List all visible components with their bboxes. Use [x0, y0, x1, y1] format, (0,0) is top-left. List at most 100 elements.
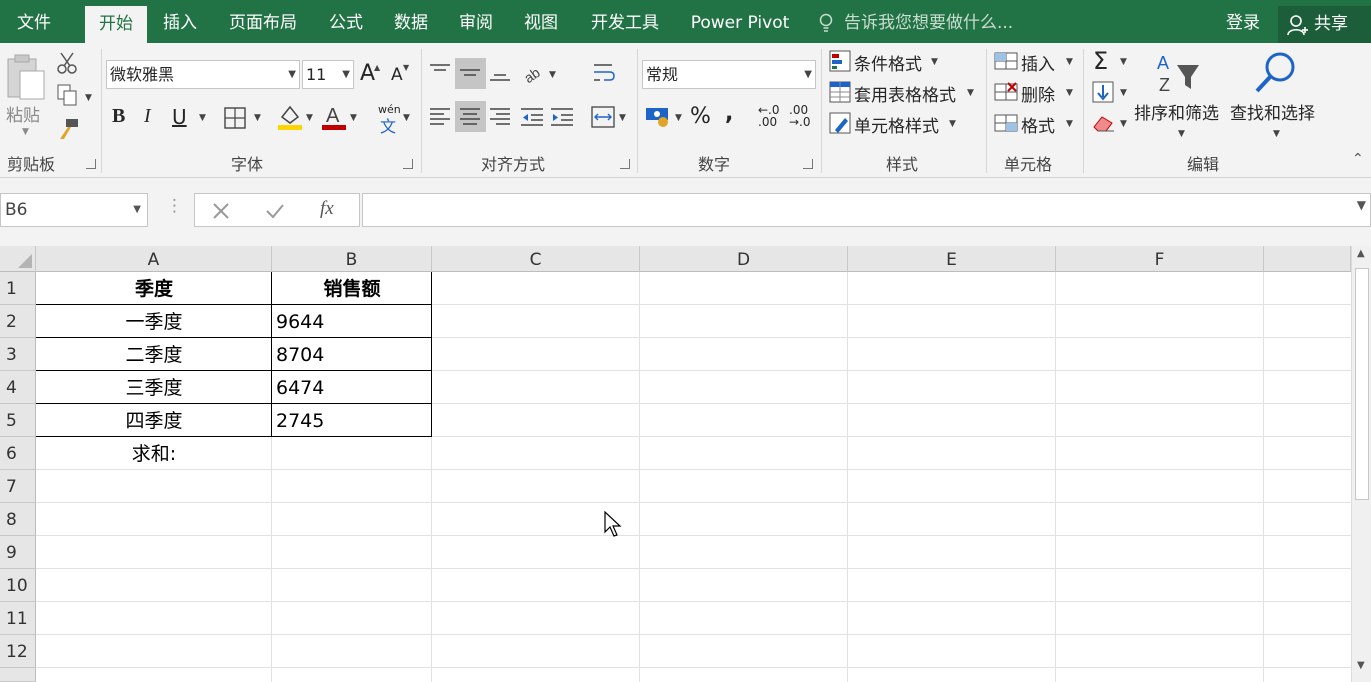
format-cells-button[interactable]: 格式: [1021, 112, 1055, 137]
delete-cells-icon[interactable]: [994, 81, 1018, 103]
alignment-launcher-icon[interactable]: [620, 159, 630, 169]
row-header[interactable]: 2: [0, 305, 36, 338]
column-header-e[interactable]: E: [848, 246, 1056, 272]
align-right-icon[interactable]: [490, 107, 512, 127]
align-middle-icon[interactable]: [460, 65, 482, 83]
cell-styles-button[interactable]: 单元格样式: [854, 112, 939, 137]
cell-b5[interactable]: 2745: [276, 404, 426, 437]
font-name-combo[interactable]: 微软雅黑 ▼: [106, 60, 300, 89]
clear-caret[interactable]: ▼: [1120, 119, 1127, 129]
insert-function-button[interactable]: fx: [320, 198, 334, 220]
insert-cells-caret[interactable]: ▼: [1066, 57, 1073, 67]
bold-button[interactable]: B: [112, 105, 125, 128]
fill-icon[interactable]: [1092, 81, 1114, 103]
tab-page-layout[interactable]: 页面布局: [218, 0, 308, 43]
conditional-format-caret[interactable]: ▼: [931, 57, 938, 67]
column-header-g[interactable]: [1264, 246, 1351, 272]
font-launcher-icon[interactable]: [403, 159, 413, 169]
cell-b6[interactable]: [272, 437, 432, 470]
cut-icon[interactable]: [56, 51, 78, 75]
format-cells-icon[interactable]: [994, 112, 1018, 134]
insert-cells-icon[interactable]: [994, 50, 1018, 72]
orientation-dropdown-caret[interactable]: ▼: [549, 70, 556, 80]
paste-icon[interactable]: [6, 53, 48, 103]
cell-b4[interactable]: 6474: [276, 371, 426, 404]
scroll-up-icon[interactable]: ▲: [1357, 248, 1365, 259]
insert-cells-button[interactable]: 插入: [1021, 50, 1055, 75]
decrease-decimal-button[interactable]: .00 →.0: [789, 104, 811, 128]
row-header[interactable]: [0, 668, 36, 682]
comma-style-button[interactable]: ,: [725, 101, 733, 126]
underline-button[interactable]: U: [172, 105, 187, 129]
sort-filter-button[interactable]: 排序和筛选: [1134, 99, 1219, 124]
column-header-a[interactable]: A: [36, 246, 272, 272]
formula-input[interactable]: ▼: [362, 193, 1371, 227]
number-format-combo[interactable]: 常规 ▼: [642, 60, 816, 89]
row-header[interactable]: 7: [0, 470, 36, 503]
vertical-scrollbar[interactable]: ▲ ▼: [1351, 246, 1371, 682]
number-launcher-icon[interactable]: [803, 159, 813, 169]
find-select-caret[interactable]: ▼: [1273, 129, 1280, 139]
row-header[interactable]: 1: [0, 272, 36, 305]
cell-a5[interactable]: 四季度: [36, 404, 272, 437]
delete-cells-button[interactable]: 删除: [1021, 81, 1055, 106]
login-link[interactable]: 登录: [1226, 0, 1260, 46]
phonetic-dropdown-caret[interactable]: ▼: [403, 113, 410, 123]
cell-a1[interactable]: 季度: [36, 272, 272, 305]
align-center-icon[interactable]: [460, 107, 482, 127]
row-header[interactable]: 8: [0, 503, 36, 536]
format-painter-icon[interactable]: [56, 117, 80, 141]
borders-icon[interactable]: [224, 107, 246, 129]
column-header-d[interactable]: D: [640, 246, 848, 272]
clipboard-launcher-icon[interactable]: [86, 159, 96, 169]
format-as-table-caret[interactable]: ▼: [967, 88, 974, 98]
collapse-ribbon-icon[interactable]: ⌃: [1352, 151, 1364, 167]
fill-color-icon[interactable]: [276, 103, 304, 131]
orientation-icon[interactable]: ab: [522, 63, 546, 85]
sort-filter-icon[interactable]: A Z: [1155, 51, 1203, 95]
scroll-down-icon[interactable]: ▼: [1357, 660, 1365, 671]
paste-label[interactable]: 粘贴: [6, 101, 40, 126]
row-header[interactable]: 11: [0, 602, 36, 635]
clear-icon[interactable]: [1092, 111, 1116, 133]
tab-review[interactable]: 审阅: [448, 0, 504, 43]
tell-me-search[interactable]: 告诉我您想要做什么...: [844, 0, 1013, 43]
tab-power-pivot[interactable]: Power Pivot: [682, 0, 798, 43]
format-as-table-icon[interactable]: [829, 81, 851, 103]
decrease-indent-icon[interactable]: [521, 107, 545, 127]
font-color-icon[interactable]: A: [320, 103, 348, 131]
increase-indent-icon[interactable]: [551, 107, 575, 127]
accounting-format-icon[interactable]: [645, 105, 673, 129]
column-header-f[interactable]: F: [1056, 246, 1264, 272]
row-header[interactable]: 9: [0, 536, 36, 569]
align-bottom-icon[interactable]: [490, 65, 512, 83]
cell-a2[interactable]: 一季度: [36, 305, 272, 338]
scroll-thumb[interactable]: [1355, 268, 1369, 500]
row-header[interactable]: 3: [0, 338, 36, 371]
italic-button[interactable]: I: [144, 105, 151, 128]
wrap-text-icon[interactable]: [592, 61, 616, 85]
paste-dropdown-caret[interactable]: ▼: [22, 127, 29, 137]
row-header[interactable]: 4: [0, 371, 36, 404]
cell-a6[interactable]: 求和:: [36, 437, 272, 470]
tab-view[interactable]: 视图: [513, 0, 569, 43]
font-color-dropdown-caret[interactable]: ▼: [350, 113, 357, 123]
autosum-caret[interactable]: ▼: [1120, 57, 1127, 67]
formula-bar-grip-icon[interactable]: ⋮: [166, 196, 183, 216]
accounting-dropdown-caret[interactable]: ▼: [675, 113, 682, 123]
percent-style-button[interactable]: %: [690, 104, 711, 129]
cancel-icon[interactable]: [212, 202, 230, 220]
name-box[interactable]: B6 ▼: [0, 193, 148, 227]
row-header[interactable]: 5: [0, 404, 36, 437]
tab-developer[interactable]: 开发工具: [580, 0, 670, 43]
conditional-format-button[interactable]: 条件格式: [854, 50, 922, 75]
merge-dropdown-caret[interactable]: ▼: [619, 113, 626, 123]
grow-font-button[interactable]: A: [360, 61, 375, 86]
fill-color-dropdown-caret[interactable]: ▼: [306, 113, 313, 123]
worksheet-grid[interactable]: A B C D E F 1 2 3 4 5 6 7 8 9 10 11 12 季…: [0, 246, 1371, 682]
tab-data[interactable]: 数据: [383, 0, 439, 43]
enter-check-icon[interactable]: [265, 202, 285, 220]
format-as-table-button[interactable]: 套用表格格式: [854, 81, 956, 106]
share-button[interactable]: 共享: [1278, 6, 1371, 43]
cell-a4[interactable]: 三季度: [36, 371, 272, 404]
